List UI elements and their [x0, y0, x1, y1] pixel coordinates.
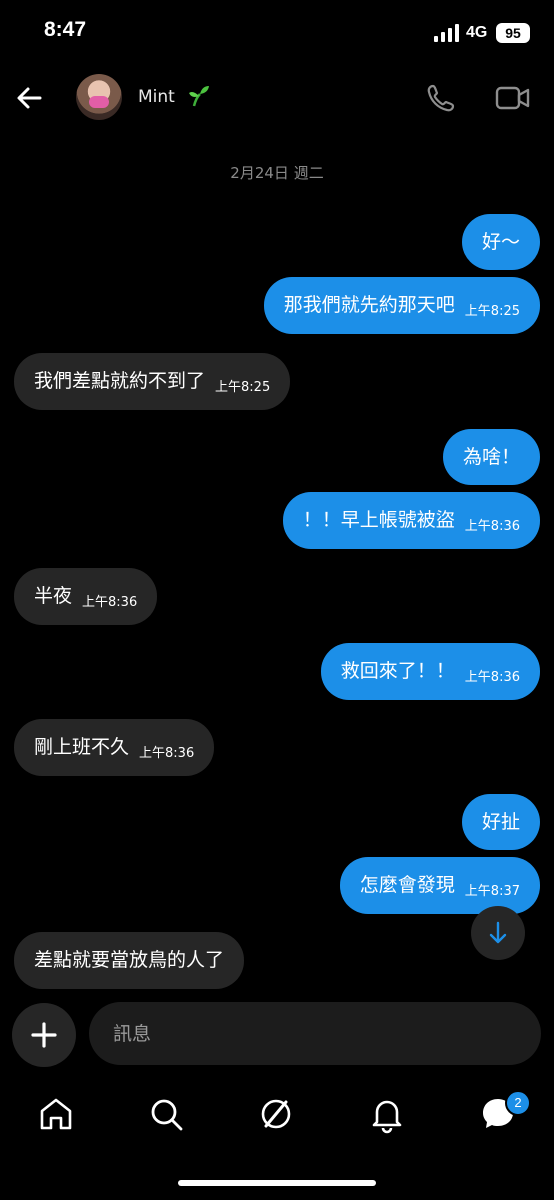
video-camera-icon[interactable]	[495, 84, 531, 112]
sprout-icon	[189, 86, 209, 107]
scroll-to-bottom-button[interactable]	[471, 906, 525, 960]
message-time: 上午8:36	[464, 519, 520, 534]
plus-icon	[31, 1022, 57, 1048]
message-input[interactable]	[89, 1002, 541, 1065]
network-type: 4G	[466, 24, 488, 41]
message-time: 上午8:25	[215, 380, 271, 395]
message-bubble-outgoing[interactable]: 那我們就先約那天吧 上午8:25	[263, 277, 540, 334]
message-time: 上午8:37	[464, 884, 520, 899]
message-time: 上午8:25	[464, 304, 520, 319]
explore-icon[interactable]	[256, 1094, 296, 1134]
phone-icon[interactable]	[425, 82, 457, 114]
message-bubble-outgoing[interactable]: 為啥！	[442, 429, 540, 485]
message-bubble-incoming[interactable]: 我們差點就約不到了 上午8:25	[14, 353, 291, 410]
bell-icon[interactable]	[367, 1094, 407, 1134]
message-bubble-incoming[interactable]: 半夜 上午8:36	[14, 568, 158, 625]
home-icon[interactable]	[36, 1094, 76, 1134]
message-bubble-outgoing[interactable]: 救回來了！！ 上午8:36	[320, 643, 540, 700]
add-attachment-button[interactable]	[12, 1003, 76, 1067]
message-bubble-outgoing[interactable]: ！！早上帳號被盜 上午8:36	[282, 492, 540, 549]
message-bubble-outgoing[interactable]: 好扯	[461, 794, 540, 850]
message-time: 上午8:36	[82, 595, 138, 610]
message-time: 上午8:36	[464, 670, 520, 685]
message-bubble-outgoing[interactable]: 好～	[461, 214, 540, 270]
status-time: 8:47	[44, 18, 87, 41]
avatar[interactable]	[76, 74, 122, 120]
message-bubble-incoming[interactable]: 剛上班不久 上午8:36	[14, 719, 215, 776]
message-bubble-incoming[interactable]: 差點就要當放鳥的人了	[14, 932, 245, 989]
search-icon[interactable]	[146, 1094, 186, 1134]
signal-icon	[434, 24, 460, 42]
home-indicator[interactable]	[178, 1180, 376, 1186]
arrow-down-icon	[489, 921, 507, 944]
contact-name[interactable]: Mint	[138, 87, 175, 107]
battery-level: 95	[496, 23, 530, 43]
arrow-left-icon[interactable]	[14, 82, 46, 114]
messages-badge: 2	[505, 1090, 531, 1116]
date-separator: 2月24日 週二	[230, 164, 324, 182]
message-time: 上午8:36	[139, 746, 195, 761]
